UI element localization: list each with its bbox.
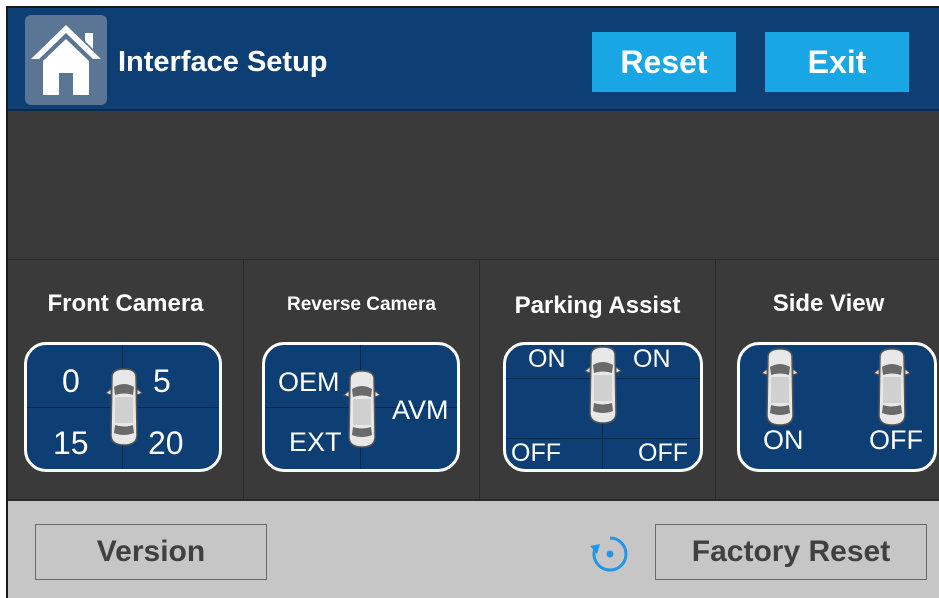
option-5[interactable]: 5 xyxy=(153,365,171,397)
interface-setup-screen: Interface Setup Reset Exit Front Camera … xyxy=(6,6,939,598)
option-avm[interactable]: AVM xyxy=(392,397,449,424)
preview-area xyxy=(8,111,939,259)
restore-icon[interactable] xyxy=(588,532,632,576)
option-on-right[interactable]: ON xyxy=(633,347,671,372)
side-view-selector[interactable]: ON OFF xyxy=(737,342,937,472)
side-view-section: Side View ON OFF xyxy=(716,260,939,500)
front-camera-section: Front Camera 0 5 15 20 xyxy=(8,260,244,500)
car-top-view-icon xyxy=(584,346,622,424)
car-top-view-icon xyxy=(105,368,143,446)
option-on[interactable]: ON xyxy=(763,427,804,454)
option-off-left[interactable]: OFF xyxy=(511,441,561,466)
car-side-mirror-icon xyxy=(761,348,799,426)
exit-button[interactable]: Exit xyxy=(765,32,909,92)
option-off-right[interactable]: OFF xyxy=(638,441,688,466)
option-off[interactable]: OFF xyxy=(869,427,923,454)
header-bar: Interface Setup Reset Exit xyxy=(8,8,939,111)
parking-assist-section: Parking Assist ON ON OFF OFF xyxy=(480,260,716,500)
front-camera-selector[interactable]: 0 5 15 20 xyxy=(24,342,222,472)
option-ext[interactable]: EXT xyxy=(289,429,342,456)
car-side-mirror-icon xyxy=(873,348,911,426)
reset-button[interactable]: Reset xyxy=(592,32,736,92)
home-icon xyxy=(31,25,101,95)
option-0[interactable]: 0 xyxy=(62,365,80,397)
option-15[interactable]: 15 xyxy=(53,427,89,459)
home-button[interactable] xyxy=(25,15,107,105)
parking-assist-label: Parking Assist xyxy=(514,292,681,319)
car-top-view-icon xyxy=(343,370,381,448)
option-20[interactable]: 20 xyxy=(148,427,184,459)
settings-row: Front Camera 0 5 15 20 Reverse Camera OE… xyxy=(8,259,939,500)
option-oem[interactable]: OEM xyxy=(278,369,340,396)
reverse-camera-section: Reverse Camera OEM EXT AVM xyxy=(244,260,480,500)
factory-reset-button[interactable]: Factory Reset xyxy=(655,524,927,580)
footer-bar: Version Factory Reset xyxy=(8,499,939,598)
parking-assist-selector[interactable]: ON ON OFF OFF xyxy=(503,342,703,472)
option-on-left[interactable]: ON xyxy=(528,347,566,372)
side-view-label: Side View xyxy=(772,290,885,317)
front-camera-label: Front Camera xyxy=(47,290,204,317)
reverse-camera-label: Reverse Camera xyxy=(287,294,436,315)
version-button[interactable]: Version xyxy=(35,524,267,580)
page-title: Interface Setup xyxy=(118,46,328,78)
reverse-camera-selector[interactable]: OEM EXT AVM xyxy=(262,342,460,472)
